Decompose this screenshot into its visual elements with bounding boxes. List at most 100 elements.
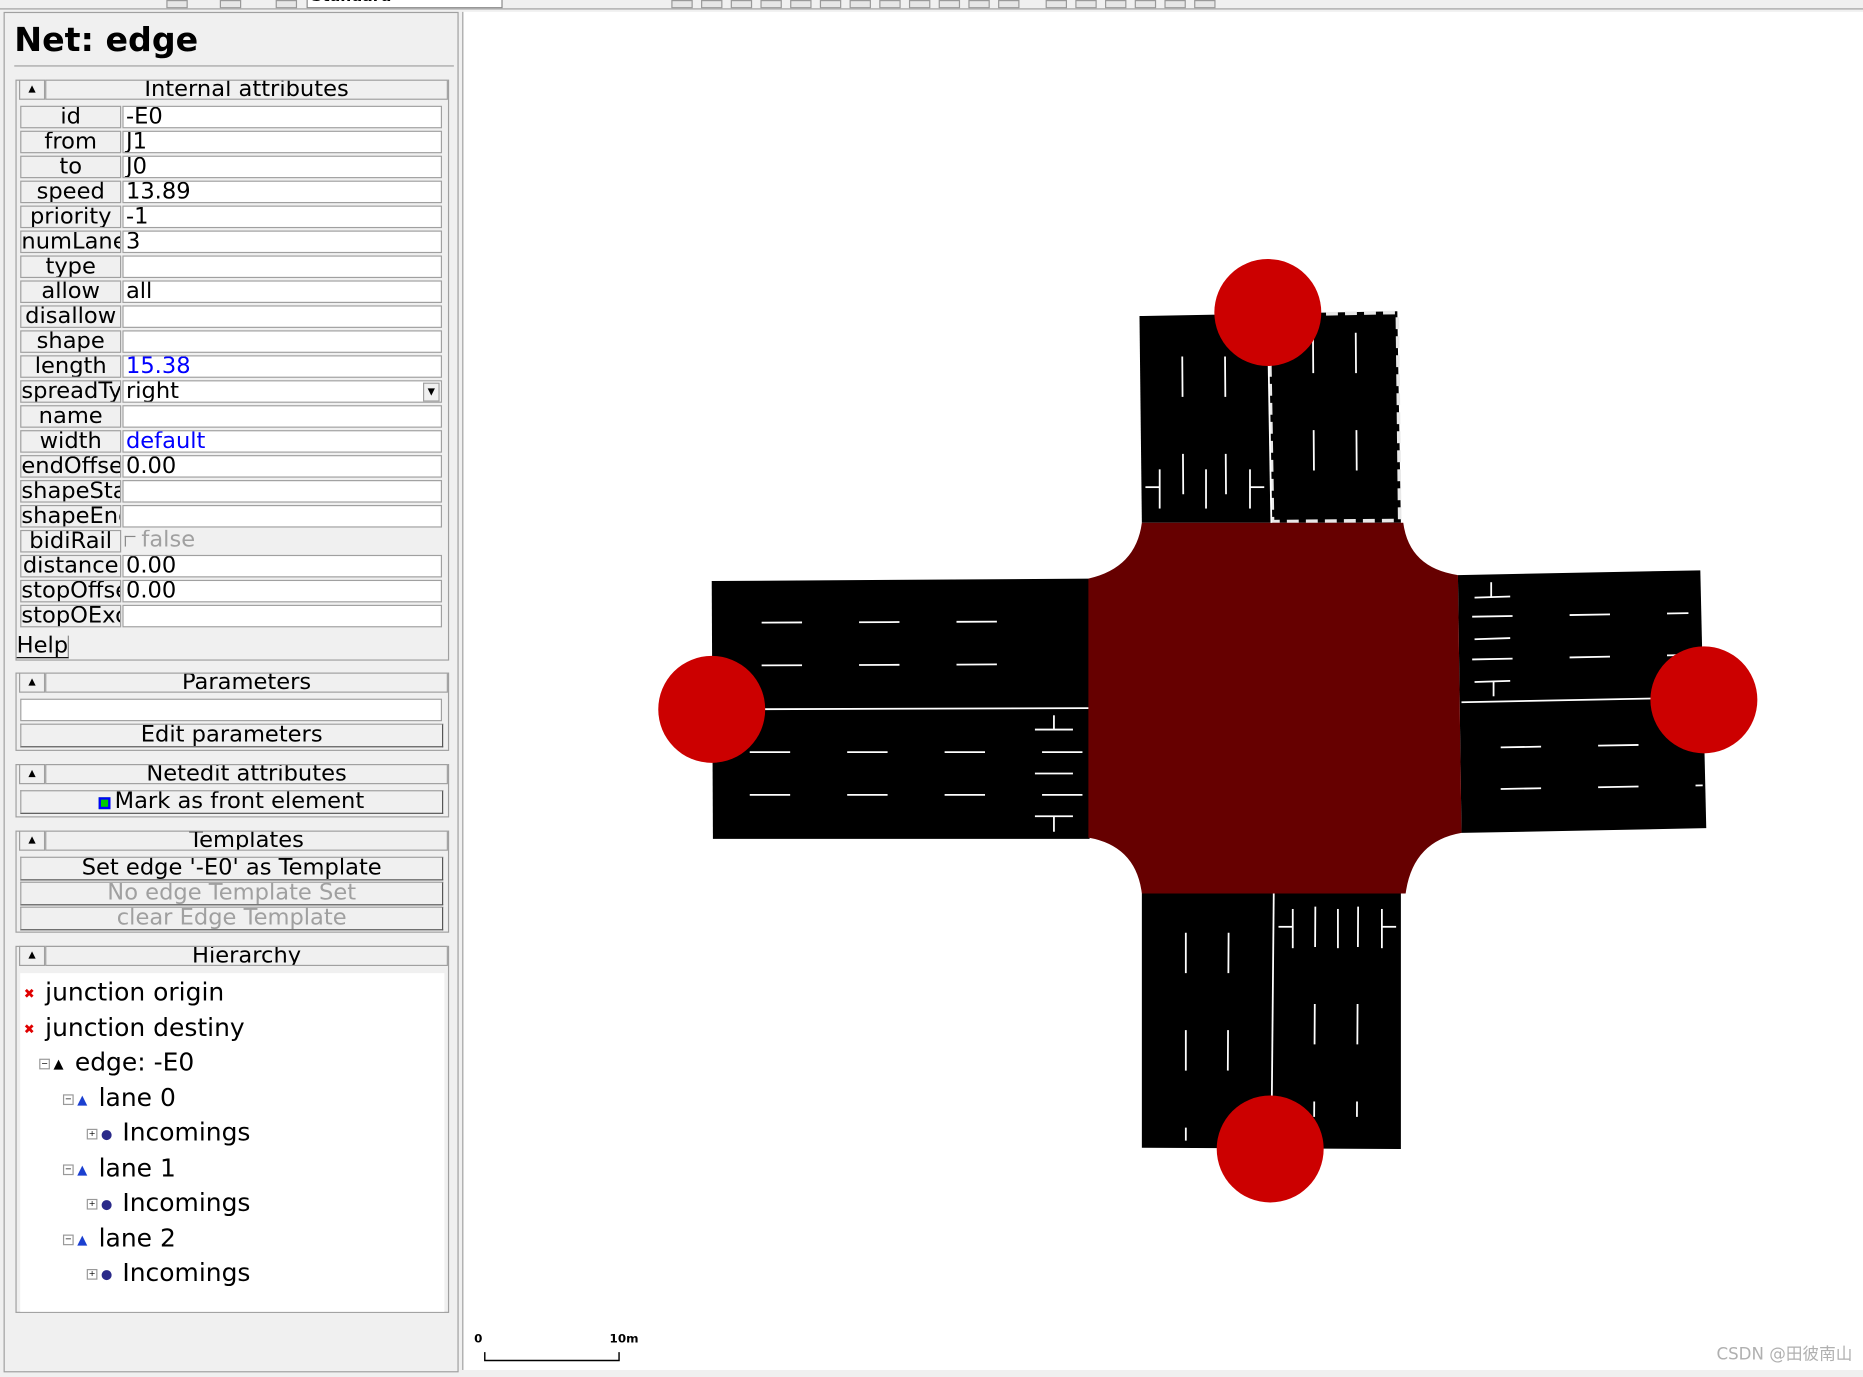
- attribute-label[interactable]: bidiRail: [20, 529, 122, 553]
- collapse-icon[interactable]: −: [62, 1233, 74, 1245]
- junction-marker-east[interactable]: [1650, 646, 1758, 754]
- attribute-label[interactable]: distance: [20, 554, 122, 578]
- attribute-value-field[interactable]: [122, 405, 443, 428]
- attribute-label[interactable]: shape: [20, 330, 122, 353]
- collapse-icon[interactable]: −: [62, 1093, 74, 1105]
- tree-item[interactable]: − ▲ lane 1: [62, 1153, 176, 1184]
- tree-item[interactable]: + ● Incomings: [86, 1188, 250, 1219]
- attribute-value-field[interactable]: -1: [122, 205, 443, 229]
- toolbar-button[interactable]: [1194, 0, 1216, 9]
- tree-item[interactable]: − ▲ edge: -E0: [39, 1048, 194, 1079]
- attribute-label[interactable]: stopOffset: [20, 579, 122, 603]
- spreadtype-select[interactable]: right ▼: [122, 380, 443, 403]
- toolbar-button[interactable]: [790, 0, 812, 9]
- attribute-label[interactable]: type: [20, 255, 122, 279]
- attribute-value-field[interactable]: 13.89: [122, 180, 443, 204]
- attribute-value-field[interactable]: 15.38: [122, 355, 443, 378]
- attribute-value-field[interactable]: [122, 504, 443, 528]
- toolbar-button[interactable]: [879, 0, 901, 9]
- toolbar-button[interactable]: [1105, 0, 1127, 9]
- attribute-label[interactable]: speed: [20, 180, 122, 204]
- toolbar-button[interactable]: [998, 0, 1020, 9]
- tree-item[interactable]: ✖ junction destiny: [24, 1013, 245, 1044]
- collapse-button[interactable]: ▲: [19, 764, 46, 785]
- attribute-label[interactable]: length: [20, 355, 122, 378]
- edit-parameters-button[interactable]: Edit parameters: [20, 723, 444, 748]
- attribute-label[interactable]: from: [20, 130, 122, 154]
- toolbar-button[interactable]: [166, 0, 188, 9]
- attribute-label[interactable]: endOffset: [20, 455, 122, 478]
- attribute-value-field[interactable]: [122, 255, 443, 279]
- attribute-value-field[interactable]: 0.00: [122, 554, 443, 578]
- attribute-value-field[interactable]: J0: [122, 155, 443, 179]
- attribute-value-field[interactable]: 0.00: [122, 579, 443, 603]
- attribute-value-field[interactable]: [122, 604, 443, 628]
- checkbox-icon[interactable]: [124, 535, 136, 547]
- collapse-button[interactable]: ▲: [19, 672, 46, 693]
- toolbar-button[interactable]: [671, 0, 693, 9]
- attribute-label[interactable]: width: [20, 430, 122, 453]
- tree-item[interactable]: − ▲ lane 2: [62, 1223, 176, 1254]
- toolbar-button[interactable]: [938, 0, 961, 9]
- attribute-value-field[interactable]: [122, 480, 443, 503]
- attribute-label[interactable]: disallow: [20, 305, 122, 328]
- collapse-button[interactable]: ▲: [19, 830, 46, 851]
- attribute-value-field[interactable]: J1: [122, 130, 443, 154]
- map-view[interactable]: 0 10m CSDN @田彼南山: [462, 11, 1863, 1370]
- junction-marker-south[interactable]: [1216, 1095, 1324, 1203]
- junction-marker-west[interactable]: [658, 655, 766, 763]
- toolbar-button[interactable]: [849, 0, 871, 9]
- toolbar-button[interactable]: [968, 0, 990, 9]
- attribute-label[interactable]: to: [20, 155, 122, 179]
- attribute-label[interactable]: shapeEnd: [20, 504, 122, 528]
- attribute-label[interactable]: numLanes: [20, 230, 122, 254]
- group-title: Parameters: [45, 672, 448, 693]
- attribute-value-field[interactable]: -E0: [122, 105, 443, 129]
- tree-item[interactable]: ✖ junction origin: [24, 978, 224, 1009]
- attribute-value-field[interactable]: 0.00: [122, 455, 443, 478]
- attribute-value-field[interactable]: [122, 305, 443, 328]
- junction-center[interactable]: [1088, 522, 1462, 894]
- attribute-label[interactable]: allow: [20, 280, 122, 303]
- toolbar-button[interactable]: [760, 0, 782, 9]
- help-button[interactable]: Help: [16, 635, 70, 659]
- attribute-label[interactable]: priority: [20, 205, 122, 229]
- tree-item[interactable]: + ● Incomings: [86, 1118, 250, 1149]
- toolbar-button[interactable]: [1075, 0, 1097, 9]
- toolbar-button[interactable]: [701, 0, 723, 9]
- attribute-label[interactable]: spreadType: [20, 380, 122, 403]
- toolbar-button[interactable]: [1045, 0, 1068, 9]
- tree-item[interactable]: − ▲ lane 0: [62, 1083, 176, 1114]
- mode-combo[interactable]: Standard: [306, 0, 503, 9]
- attribute-label[interactable]: name: [20, 405, 122, 428]
- network-canvas[interactable]: [463, 12, 1863, 1370]
- attribute-label[interactable]: stopOException: [20, 604, 122, 628]
- toolbar-button[interactable]: [1164, 0, 1186, 9]
- attribute-value-field[interactable]: all: [122, 280, 443, 303]
- toolbar-button[interactable]: [730, 0, 753, 9]
- attribute-value-field[interactable]: [122, 330, 443, 353]
- collapse-button[interactable]: ▲: [19, 79, 46, 100]
- chevron-down-icon[interactable]: ▼: [422, 382, 440, 402]
- expand-icon[interactable]: +: [86, 1268, 98, 1280]
- tree-item[interactable]: + ● Incomings: [86, 1258, 250, 1289]
- bidirail-checkbox[interactable]: false: [122, 530, 442, 553]
- toolbar-button[interactable]: [275, 0, 298, 9]
- collapse-icon[interactable]: −: [39, 1058, 50, 1070]
- mark-front-element-button[interactable]: Mark as front element: [20, 790, 444, 814]
- set-template-button[interactable]: Set edge '-E0' as Template: [20, 856, 444, 881]
- attribute-label[interactable]: shapeStart: [20, 480, 122, 503]
- attribute-label[interactable]: id: [20, 105, 122, 129]
- attribute-value-field[interactable]: default: [122, 430, 443, 453]
- toolbar-button[interactable]: [819, 0, 842, 9]
- toolbar-button[interactable]: [908, 0, 931, 9]
- collapse-icon[interactable]: −: [62, 1163, 74, 1175]
- expand-icon[interactable]: +: [86, 1128, 98, 1140]
- collapse-button[interactable]: ▲: [19, 945, 46, 967]
- expand-icon[interactable]: +: [86, 1198, 98, 1210]
- junction-marker-north[interactable]: [1214, 259, 1322, 366]
- toolbar-button[interactable]: [1134, 0, 1157, 9]
- parameters-field[interactable]: [20, 698, 443, 722]
- attribute-value-field[interactable]: 3: [122, 230, 443, 254]
- toolbar-button[interactable]: [219, 0, 242, 9]
